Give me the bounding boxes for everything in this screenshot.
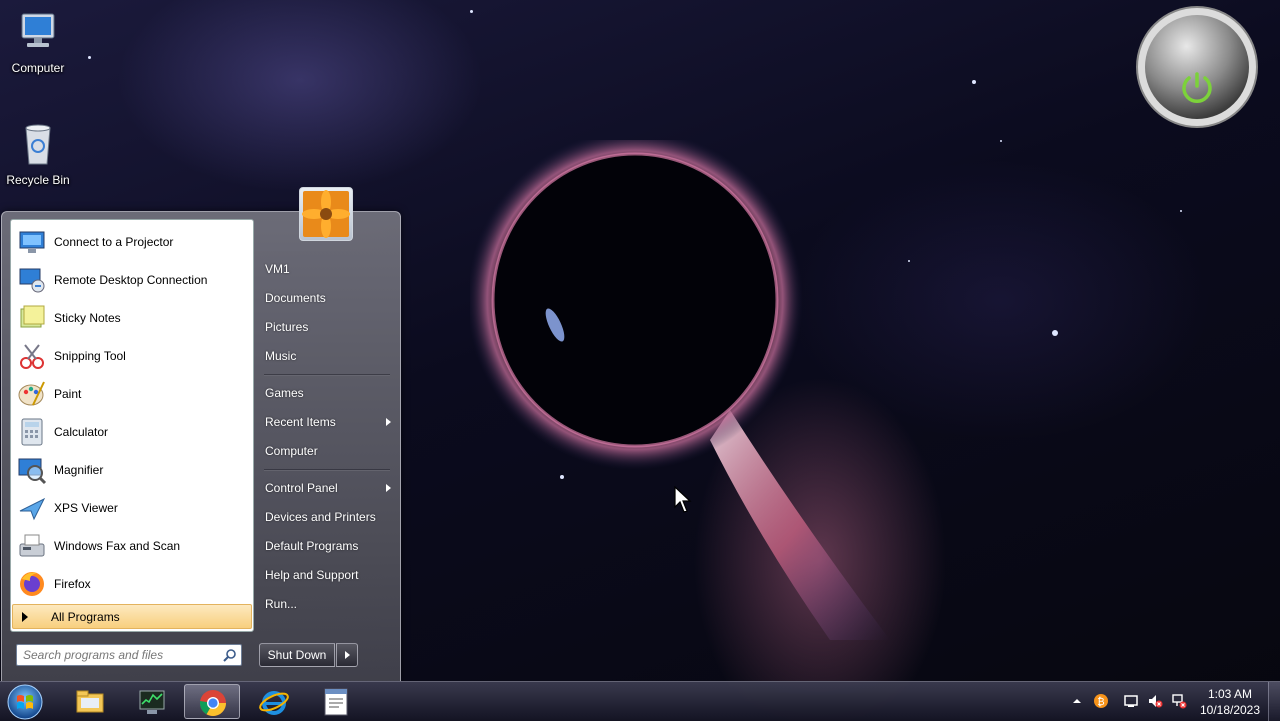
firefox-icon [20,572,44,596]
program-remote-desktop[interactable]: Remote Desktop Connection [13,262,251,298]
taskbar: ₿ 1:03 AM 10/18/2023 [0,681,1280,721]
desktop-icon-label: Computer [11,61,65,75]
start-item-default-programs[interactable]: Default Programs [259,534,393,558]
taskbar-chrome[interactable] [184,684,240,719]
clock-time: 1:03 AM [1207,687,1253,701]
submenu-arrow-icon [386,418,391,426]
flower-icon [302,190,350,238]
start-button[interactable] [5,683,45,721]
menu-separator [264,374,390,376]
start-item-music[interactable]: Music [259,344,393,368]
computer-icon [21,13,55,47]
taskbar-notepad[interactable] [308,684,364,719]
desktop-icon-label: Recycle Bin [6,173,70,187]
program-calculator[interactable]: Calculator [13,414,251,450]
action-center-icon[interactable] [1123,693,1139,709]
start-item-devices-printers[interactable]: Devices and Printers [259,505,393,529]
desktop-icon-computer[interactable]: Computer [0,8,76,75]
chrome-icon [199,690,227,717]
start-item-computer[interactable]: Computer [259,439,393,463]
network-error-icon[interactable] [1171,693,1187,709]
notepad-window-icon [324,688,348,716]
start-menu: Connect to a Projector Remote Desktop Co… [1,187,401,682]
volume-muted-icon[interactable] [1147,693,1163,709]
file-explorer-icon [76,690,104,713]
system-clock[interactable]: 1:03 AM 10/18/2023 [1192,686,1268,718]
fax-scan-icon [19,534,45,557]
program-snipping-tool[interactable]: Snipping Tool [13,338,251,374]
program-paint[interactable]: Paint [13,376,251,412]
calculator-icon [21,418,43,446]
program-magnifier[interactable]: Magnifier [13,452,251,488]
clock-date: 10/18/2023 [1199,703,1261,717]
magnifier-icon [18,458,47,485]
start-item-documents[interactable]: Documents [259,286,393,310]
program-firefox[interactable]: Firefox [13,566,251,602]
search-box[interactable] [16,644,242,666]
start-item-run[interactable]: Run... [259,592,393,616]
start-item-control-panel[interactable]: Control Panel [259,476,393,500]
show-desktop-button[interactable] [1268,682,1280,721]
projector-icon [19,231,45,253]
start-item-games[interactable]: Games [259,381,393,405]
snipping-tool-icon [20,344,44,369]
svg-text:₿: ₿ [1097,696,1104,708]
black-hole-image [470,140,890,640]
program-connect-to-projector[interactable]: Connect to a Projector [13,224,251,260]
mouse-cursor-icon [674,486,692,513]
program-sticky-notes[interactable]: Sticky Notes [13,300,251,336]
task-manager-icon [139,690,165,714]
user-account-picture[interactable] [299,187,353,241]
shutdown-button[interactable]: Shut Down [259,643,335,667]
bitcoin-icon[interactable]: ₿ [1093,693,1109,709]
start-item-recent-items[interactable]: Recent Items [259,410,393,434]
expand-arrow-icon [22,611,28,622]
show-hidden-icons-icon[interactable] [1069,693,1085,709]
start-item-vm1[interactable]: VM1 [259,257,393,281]
menu-separator [264,469,390,471]
paint-icon [18,381,45,406]
sticky-notes-icon [20,305,45,328]
search-icon[interactable] [223,648,237,662]
start-item-pictures[interactable]: Pictures [259,315,393,339]
shutdown-options-button[interactable] [336,643,358,667]
program-xps-viewer[interactable]: XPS Viewer [13,490,251,526]
all-programs-button[interactable]: All Programs [12,604,252,629]
desktop-icon-recycle-bin[interactable]: Recycle Bin [0,120,76,187]
taskbar-file-explorer[interactable] [62,684,118,719]
search-input[interactable] [17,645,225,665]
power-gadget[interactable] [1136,6,1258,128]
submenu-arrow-icon [386,484,391,492]
taskbar-task-manager[interactable] [124,684,180,719]
internet-explorer-icon [259,691,289,715]
taskbar-internet-explorer[interactable] [246,684,302,719]
remote-desktop-icon [19,268,45,293]
xps-viewer-icon [19,497,46,521]
start-item-help-support[interactable]: Help and Support [259,563,393,587]
recycle-bin-icon [25,124,51,165]
programs-pane: Connect to a Projector Remote Desktop Co… [10,219,254,632]
program-fax-and-scan[interactable]: Windows Fax and Scan [13,528,251,564]
